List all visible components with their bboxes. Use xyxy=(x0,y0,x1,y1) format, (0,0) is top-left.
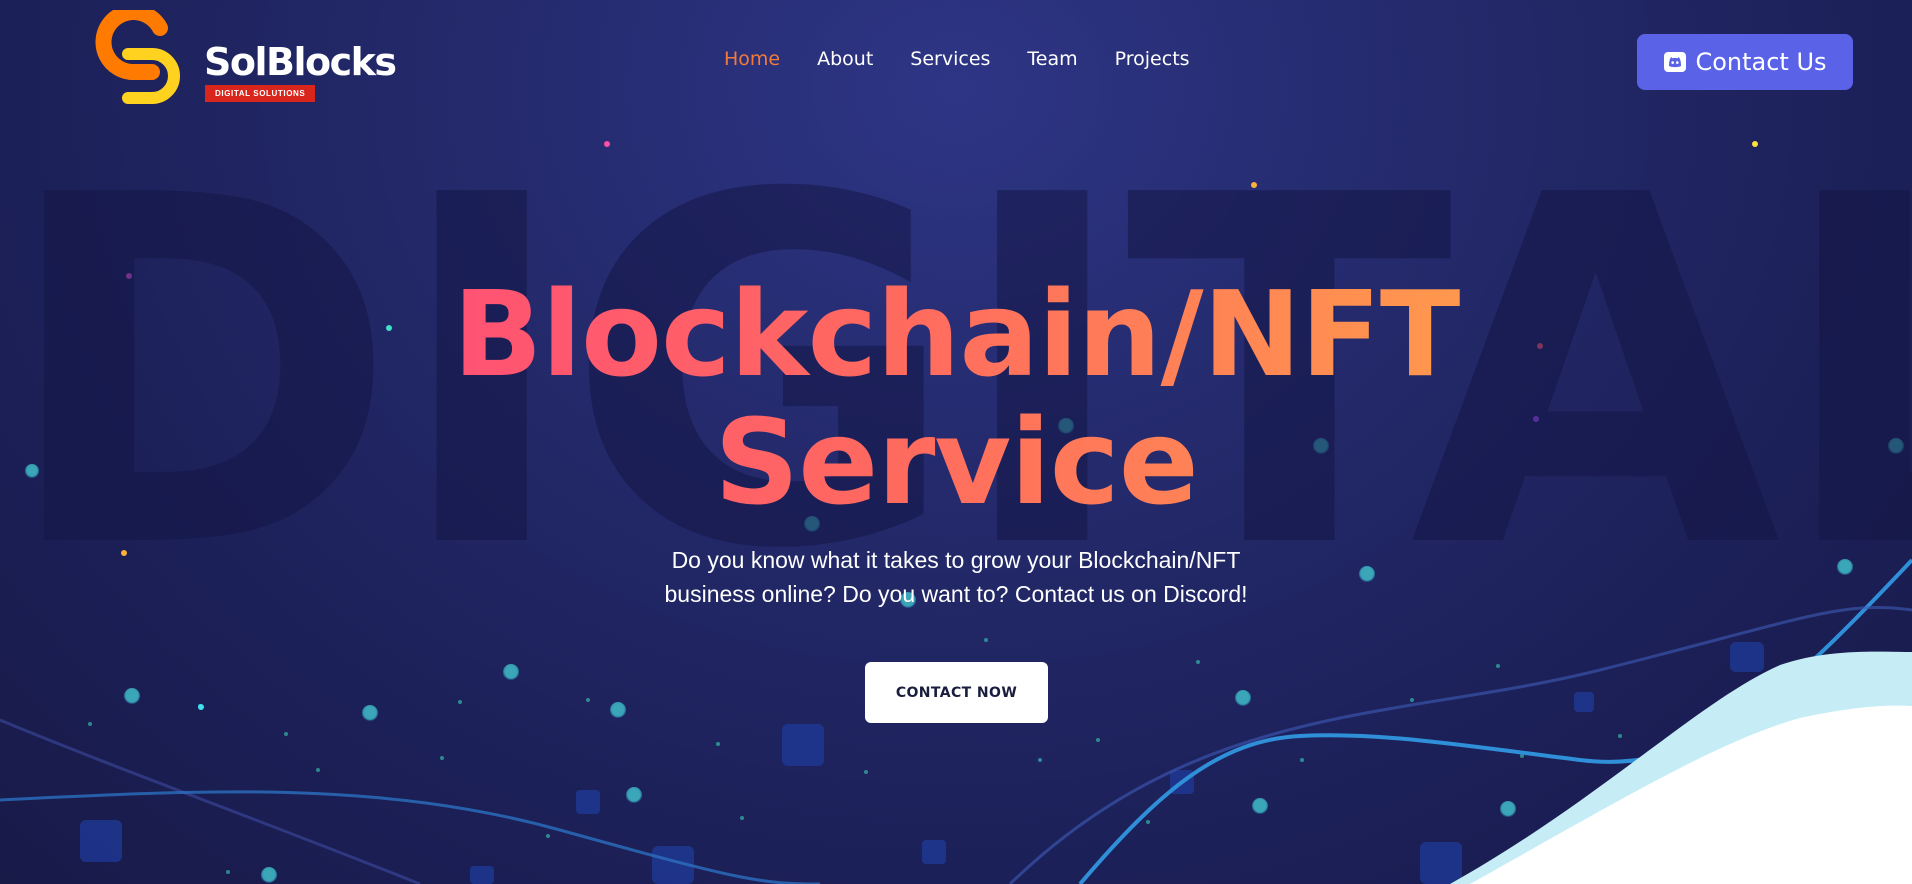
contact-us-label: Contact Us xyxy=(1695,48,1827,76)
brand-name: SolBlocks xyxy=(204,40,397,84)
discord-icon xyxy=(1664,52,1687,72)
hero-subtitle: Do you know what it takes to grow your B… xyxy=(656,543,1256,611)
logo-mark-icon xyxy=(95,10,180,104)
site-header: SolBlocks DIGITAL SOLUTIONS Home About S… xyxy=(0,0,1912,124)
hero-title-line-2: Service xyxy=(714,393,1198,531)
brand-tagline: DIGITAL SOLUTIONS xyxy=(205,85,316,102)
nav-item-home[interactable]: Home xyxy=(724,48,780,70)
contact-now-label: CONTACT NOW xyxy=(895,684,1018,701)
contact-us-button[interactable]: Contact Us xyxy=(1637,34,1853,90)
nav-item-projects[interactable]: Projects xyxy=(1115,48,1190,70)
brand-logo[interactable]: SolBlocks DIGITAL SOLUTIONS xyxy=(88,10,397,114)
hero-title-line-1: Blockchain/NFT xyxy=(452,265,1460,403)
hero-title: Blockchain/NFT Service xyxy=(356,270,1556,526)
nav-item-services[interactable]: Services xyxy=(910,48,990,70)
hero-subtitle-line-2: business online? Do you want to? Contact… xyxy=(664,581,1248,607)
main-nav: Home About Services Team Projects xyxy=(724,48,1190,70)
nav-item-about[interactable]: About xyxy=(817,48,873,70)
hero-subtitle-line-1: Do you know what it takes to grow your B… xyxy=(671,547,1241,573)
nav-item-team[interactable]: Team xyxy=(1027,48,1077,70)
contact-now-button[interactable]: CONTACT NOW xyxy=(865,662,1048,723)
